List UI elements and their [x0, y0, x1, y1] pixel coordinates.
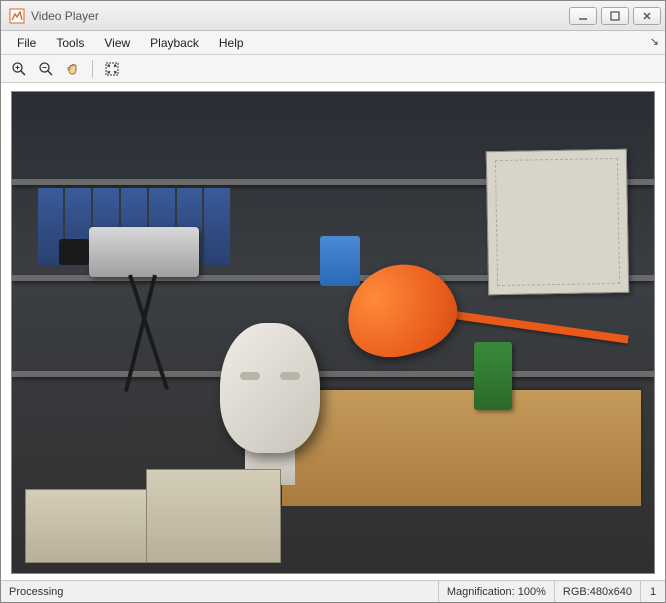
zoom-out-icon: [38, 61, 54, 77]
hand-icon: [65, 61, 81, 77]
menu-tools[interactable]: Tools: [46, 33, 94, 53]
viewport: [1, 83, 665, 580]
menu-help[interactable]: Help: [209, 33, 254, 53]
menu-file[interactable]: File: [7, 33, 46, 53]
menubar: File Tools View Playback Help ↘: [1, 31, 665, 55]
menu-overflow-icon[interactable]: ↘: [650, 35, 659, 48]
close-button[interactable]: [633, 7, 661, 25]
window-title: Video Player: [31, 9, 569, 23]
app-icon: [9, 8, 25, 24]
status-frame: 1: [641, 581, 665, 602]
zoom-out-button[interactable]: [34, 58, 58, 80]
window-controls: [569, 7, 661, 25]
video-frame[interactable]: [11, 91, 655, 574]
fit-to-window-button[interactable]: [100, 58, 124, 80]
zoom-in-button[interactable]: [7, 58, 31, 80]
menu-playback[interactable]: Playback: [140, 33, 209, 53]
minimize-button[interactable]: [569, 7, 597, 25]
magnification-label: Magnification:: [447, 586, 515, 598]
toolbar-separator: [92, 60, 93, 78]
titlebar: Video Player: [1, 1, 665, 31]
pan-button[interactable]: [61, 58, 85, 80]
menu-view[interactable]: View: [94, 33, 140, 53]
statusbar: Processing Magnification: 100% RGB:480x6…: [1, 580, 665, 602]
magnification-value: 100%: [518, 586, 546, 598]
zoom-in-icon: [11, 61, 27, 77]
video-content: [12, 92, 654, 573]
status-format: RGB:480x640: [555, 581, 641, 602]
toolbar: [1, 55, 665, 83]
fit-icon: [104, 61, 120, 77]
maximize-button[interactable]: [601, 7, 629, 25]
status-magnification: Magnification: 100%: [439, 581, 555, 602]
status-state: Processing: [1, 581, 439, 602]
